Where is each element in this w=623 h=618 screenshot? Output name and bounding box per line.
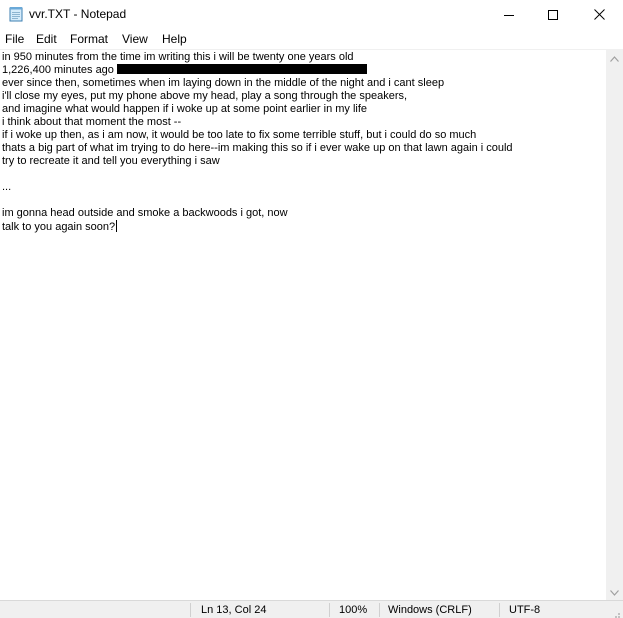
- text-line: if i woke up then, as i am now, it would…: [2, 129, 476, 142]
- text-line: and imagine what would happen if i woke …: [2, 103, 367, 116]
- scroll-up-button[interactable]: [606, 49, 623, 66]
- text-caret: [116, 220, 118, 232]
- text-line: thats a big part of what im trying to do…: [2, 142, 513, 155]
- status-zoom: 100%: [339, 604, 368, 616]
- resize-grip-icon[interactable]: [611, 606, 621, 618]
- minimize-icon: [504, 10, 514, 20]
- text-line: ever since then, sometimes when im layin…: [2, 77, 444, 90]
- line-text: im gonna head outside and smoke a backwo…: [2, 207, 288, 219]
- window-title: vvr.TXT - Notepad: [29, 7, 127, 21]
- text-line: im gonna head outside and smoke a backwo…: [2, 207, 288, 220]
- line-text: i'll close my eyes, put my phone above m…: [2, 90, 408, 102]
- text-line: in 950 minutes from the time im writing …: [2, 51, 354, 64]
- redaction-bar: [116, 64, 367, 74]
- line-text: talk to you again soon?: [2, 221, 116, 233]
- line-text: 1,226,400 minutes ago: [2, 64, 114, 76]
- scroll-down-button[interactable]: [606, 583, 623, 600]
- close-button[interactable]: [576, 0, 622, 29]
- chevron-up-icon: [610, 49, 619, 67]
- status-encoding: UTF-8: [509, 604, 541, 616]
- maximize-button[interactable]: [530, 0, 576, 29]
- menu-format[interactable]: Format: [69, 31, 109, 47]
- menu-help[interactable]: Help: [161, 31, 188, 47]
- line-text: in 950 minutes from the time im writing …: [2, 51, 354, 63]
- text-line: talk to you again soon?: [2, 220, 118, 234]
- line-text: if i woke up then, as i am now, it would…: [2, 129, 477, 141]
- close-icon: [593, 9, 605, 20]
- menu-edit[interactable]: Edit: [35, 31, 58, 47]
- notepad-icon: [8, 6, 24, 22]
- line-text: thats a big part of what im trying to do…: [2, 142, 513, 154]
- status-bar: Ln 13, Col 24 100% Windows (CRLF) UTF-8: [0, 600, 623, 618]
- text-line: i'll close my eyes, put my phone above m…: [2, 90, 407, 103]
- vertical-scrollbar[interactable]: [606, 49, 623, 600]
- line-text: and imagine what would happen if i woke …: [2, 103, 368, 115]
- title-bar[interactable]: vvr.TXT - Notepad: [0, 0, 623, 29]
- menu-bar: File Edit Format View Help: [0, 29, 623, 49]
- text-line: ...: [2, 181, 11, 194]
- chevron-down-icon: [610, 583, 619, 601]
- text-line: 1,226,400 minutes ago: [2, 64, 367, 77]
- line-text: ever since then, sometimes when im layin…: [2, 77, 445, 89]
- minimize-button[interactable]: [486, 0, 532, 29]
- line-text: i think about that moment the most --: [2, 116, 182, 128]
- text-line: try to recreate it and tell you everythi…: [2, 155, 220, 168]
- line-text: ...: [2, 181, 12, 193]
- menu-view[interactable]: View: [121, 31, 149, 47]
- text-editor[interactable]: in 950 minutes from the time im writing …: [0, 49, 606, 600]
- text-line: i think about that moment the most --: [2, 116, 181, 129]
- menu-file[interactable]: File: [4, 31, 25, 47]
- status-divider: [190, 603, 191, 617]
- status-cursor-position: Ln 13, Col 24: [201, 604, 267, 616]
- maximize-icon: [548, 9, 558, 20]
- line-text: try to recreate it and tell you everythi…: [2, 155, 220, 167]
- status-line-endings: Windows (CRLF): [388, 604, 472, 616]
